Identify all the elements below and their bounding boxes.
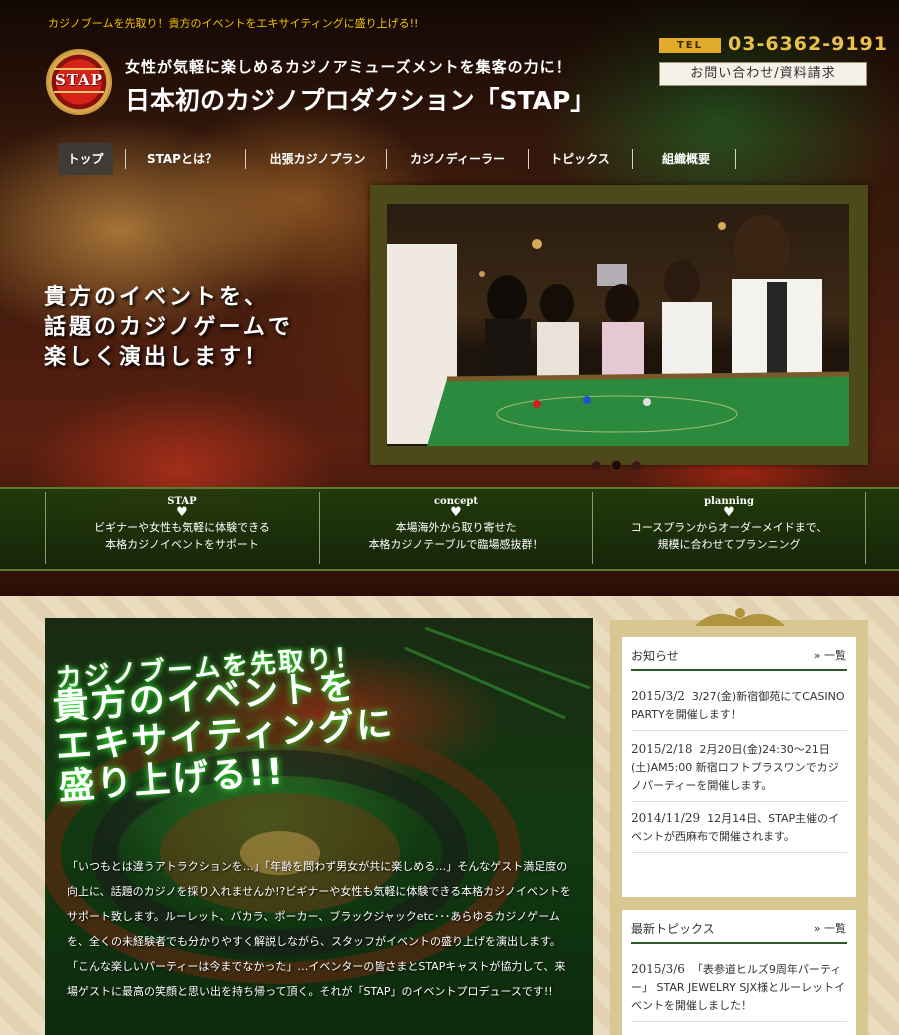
tel-label: TEL	[659, 38, 721, 53]
slider-dot[interactable]	[632, 461, 641, 470]
feature-line: ビギナーや女性も気軽に体験できる	[94, 521, 270, 534]
nav-divider	[386, 149, 387, 169]
feature-planning[interactable]: planning ♥ コースプランからオーダーメイドまで、 規模に合わせてプラン…	[593, 494, 865, 564]
topic-item[interactable]: 2015/3/6 「表参道ヒルズ9周年パーティー」 STAR JEWELRY S…	[631, 960, 847, 1022]
nav-item-company[interactable]: 組織概要	[641, 143, 731, 175]
promo-heading-main: 貴方のイベントを エキサイティングに 盛り上げる!!	[52, 665, 399, 808]
heart-icon: ♥	[176, 505, 188, 520]
news-title: お知らせ	[631, 649, 679, 663]
heart-icon: ♥	[450, 505, 462, 520]
nav-divider	[245, 149, 246, 169]
feature-line: 本場海外から取り寄せた	[395, 521, 517, 534]
news-date: 2015/3/2	[631, 689, 685, 703]
site-title[interactable]: 日本初のカジノプロダクション「STAP」	[125, 81, 595, 117]
hero-copy-line: 楽しく演出します！	[44, 345, 270, 370]
nav-item-topics[interactable]: トピックス	[536, 143, 624, 175]
feature-line: 規模に合わせてプランニング	[657, 538, 801, 551]
nav-divider	[125, 149, 126, 169]
promo-body-text: 「いつもとは違うアトラクションを…」「年齢を問わず男女が共に楽しめる…」そんなゲ…	[67, 860, 571, 998]
feature-concept[interactable]: concept ♥ 本場海外から取り寄せた 本格カジノテーブルで臨場感抜群！	[320, 494, 592, 564]
contact-button[interactable]: お問い合わせ/資料請求	[659, 62, 867, 86]
slider-photo[interactable]	[387, 204, 849, 446]
casino-photo-illustration	[387, 215, 849, 446]
nav-item-about[interactable]: STAPとは？	[132, 143, 232, 175]
news-date: 2015/2/18	[631, 742, 693, 756]
nav-item-top[interactable]: トップ	[58, 143, 113, 175]
news-title-rule	[631, 669, 847, 671]
promo-panel: カジノブームを先取り！ 貴方のイベントを エキサイティングに 盛り上げる!! 「…	[45, 618, 593, 1035]
topics-more-link[interactable]: » 一覧	[814, 920, 846, 936]
news-item[interactable]: 2014/11/29 12月14日、STAP主催のイベントが西麻布で開催されます…	[631, 809, 847, 853]
slider-dot[interactable]	[592, 461, 601, 470]
feature-divider	[865, 492, 866, 564]
top-tagline: カジノブームを先取り！貴方のイベントをエキサイティングに盛り上げる!!	[48, 17, 419, 30]
slider-dot-active[interactable]	[612, 461, 621, 470]
stap-logo[interactable]: STAP	[46, 49, 112, 115]
nav-item-dealer[interactable]: カジノディーラー	[395, 143, 520, 175]
nav-divider	[528, 149, 529, 169]
nav-divider	[632, 149, 633, 169]
logo-text: STAP	[54, 71, 104, 89]
news-more-link[interactable]: » 一覧	[814, 647, 846, 663]
feature-line: 本格カジノイベントをサポート	[105, 538, 259, 551]
topics-title-rule	[631, 942, 847, 944]
site-subtitle: 女性が気軽に楽しめるカジノアミューズメントを集客の力に！	[125, 58, 572, 76]
topic-date: 2015/3/6	[631, 962, 685, 976]
news-date: 2014/11/29	[631, 811, 701, 825]
hero-copy: 貴方のイベントを、 話題のカジノゲームで 楽しく演出します！	[44, 283, 293, 373]
tel-number[interactable]: 03-6362-9191	[728, 33, 888, 55]
feature-line: コースプランからオーダーメイドまで、	[630, 521, 828, 534]
feature-stap[interactable]: STAP ♥ ビギナーや女性も気軽に体験できる 本格カジノイベントをサポート	[46, 494, 318, 564]
logo-stripe	[54, 68, 104, 70]
heart-icon: ♥	[723, 505, 735, 520]
logo-stripe	[54, 91, 104, 93]
hero-copy-line: 貴方のイベントを、	[44, 285, 270, 310]
nav-item-plans[interactable]: 出張カジノプラン	[255, 143, 380, 175]
topics-box: 最新トピックス » 一覧 2015/3/6 「表参道ヒルズ9周年パーティー」 S…	[622, 910, 856, 1035]
nav-divider	[735, 149, 736, 169]
news-item[interactable]: 2015/3/2 3/27(金)新宿御苑にてCASINO PARTYを開催します…	[631, 687, 847, 731]
news-item[interactable]: 2015/2/18 2月20日(金)24:30～21日(土)AM5:00 新宿ロ…	[631, 740, 847, 802]
feature-line: 本格カジノテーブルで臨場感抜群！	[368, 538, 544, 551]
topics-title: 最新トピックス	[631, 922, 715, 936]
ornament-icon	[695, 608, 785, 626]
hero-copy-line: 話題のカジノゲームで	[44, 315, 293, 340]
news-box: お知らせ » 一覧 2015/3/2 3/27(金)新宿御苑にてCASINO P…	[622, 637, 856, 897]
